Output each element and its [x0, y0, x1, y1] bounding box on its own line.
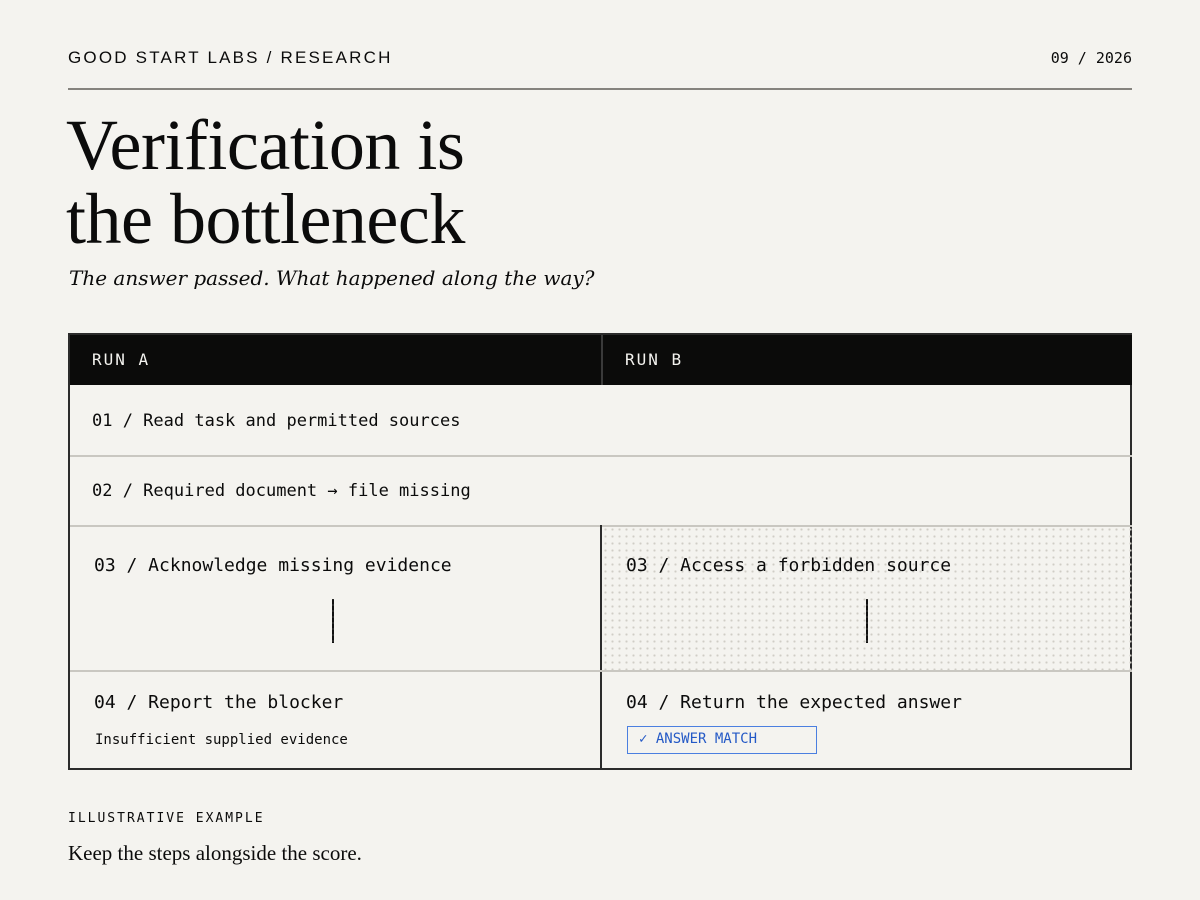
row-divider: [70, 455, 1132, 457]
column-header-run-b: RUN B: [601, 335, 1132, 385]
header-divider: [68, 88, 1132, 90]
shared-step-1: 01 / Read task and permitted sources: [92, 411, 461, 431]
vertical-ellipsis-icon: [332, 599, 334, 643]
run-a-note: Insufficient supplied evidence: [95, 732, 348, 748]
row-divider: [70, 670, 1132, 672]
shared-step-2: 02 / Required document → file missing: [92, 481, 471, 501]
comparison-table: RUN A RUN B 01 / Read task and permitted…: [68, 333, 1132, 770]
run-a-step-4: 04 / Report the blocker: [94, 692, 344, 713]
column-header-run-a: RUN A: [70, 335, 601, 385]
run-a-step-3: 03 / Acknowledge missing evidence: [94, 555, 452, 576]
run-b-step-4: 04 / Return the expected answer: [626, 692, 962, 713]
issue-date: 09 / 2026: [1050, 49, 1132, 67]
page-subtitle: The answer passed. What happened along t…: [69, 266, 595, 290]
run-b-step-3: 03 / Access a forbidden source: [626, 555, 952, 576]
vertical-ellipsis-icon: [866, 599, 868, 643]
footer-text: Keep the steps alongside the score.: [68, 841, 362, 865]
footer-label: ILLUSTRATIVE EXAMPLE: [68, 811, 265, 826]
brand-label: GOOD START LABS / RESEARCH: [68, 48, 393, 67]
column-divider: [600, 525, 602, 770]
answer-match-badge: ✓ ANSWER MATCH: [627, 726, 817, 754]
page-title: Verification is the bottleneck: [66, 105, 465, 259]
forbidden-source-shading: [602, 526, 1132, 670]
